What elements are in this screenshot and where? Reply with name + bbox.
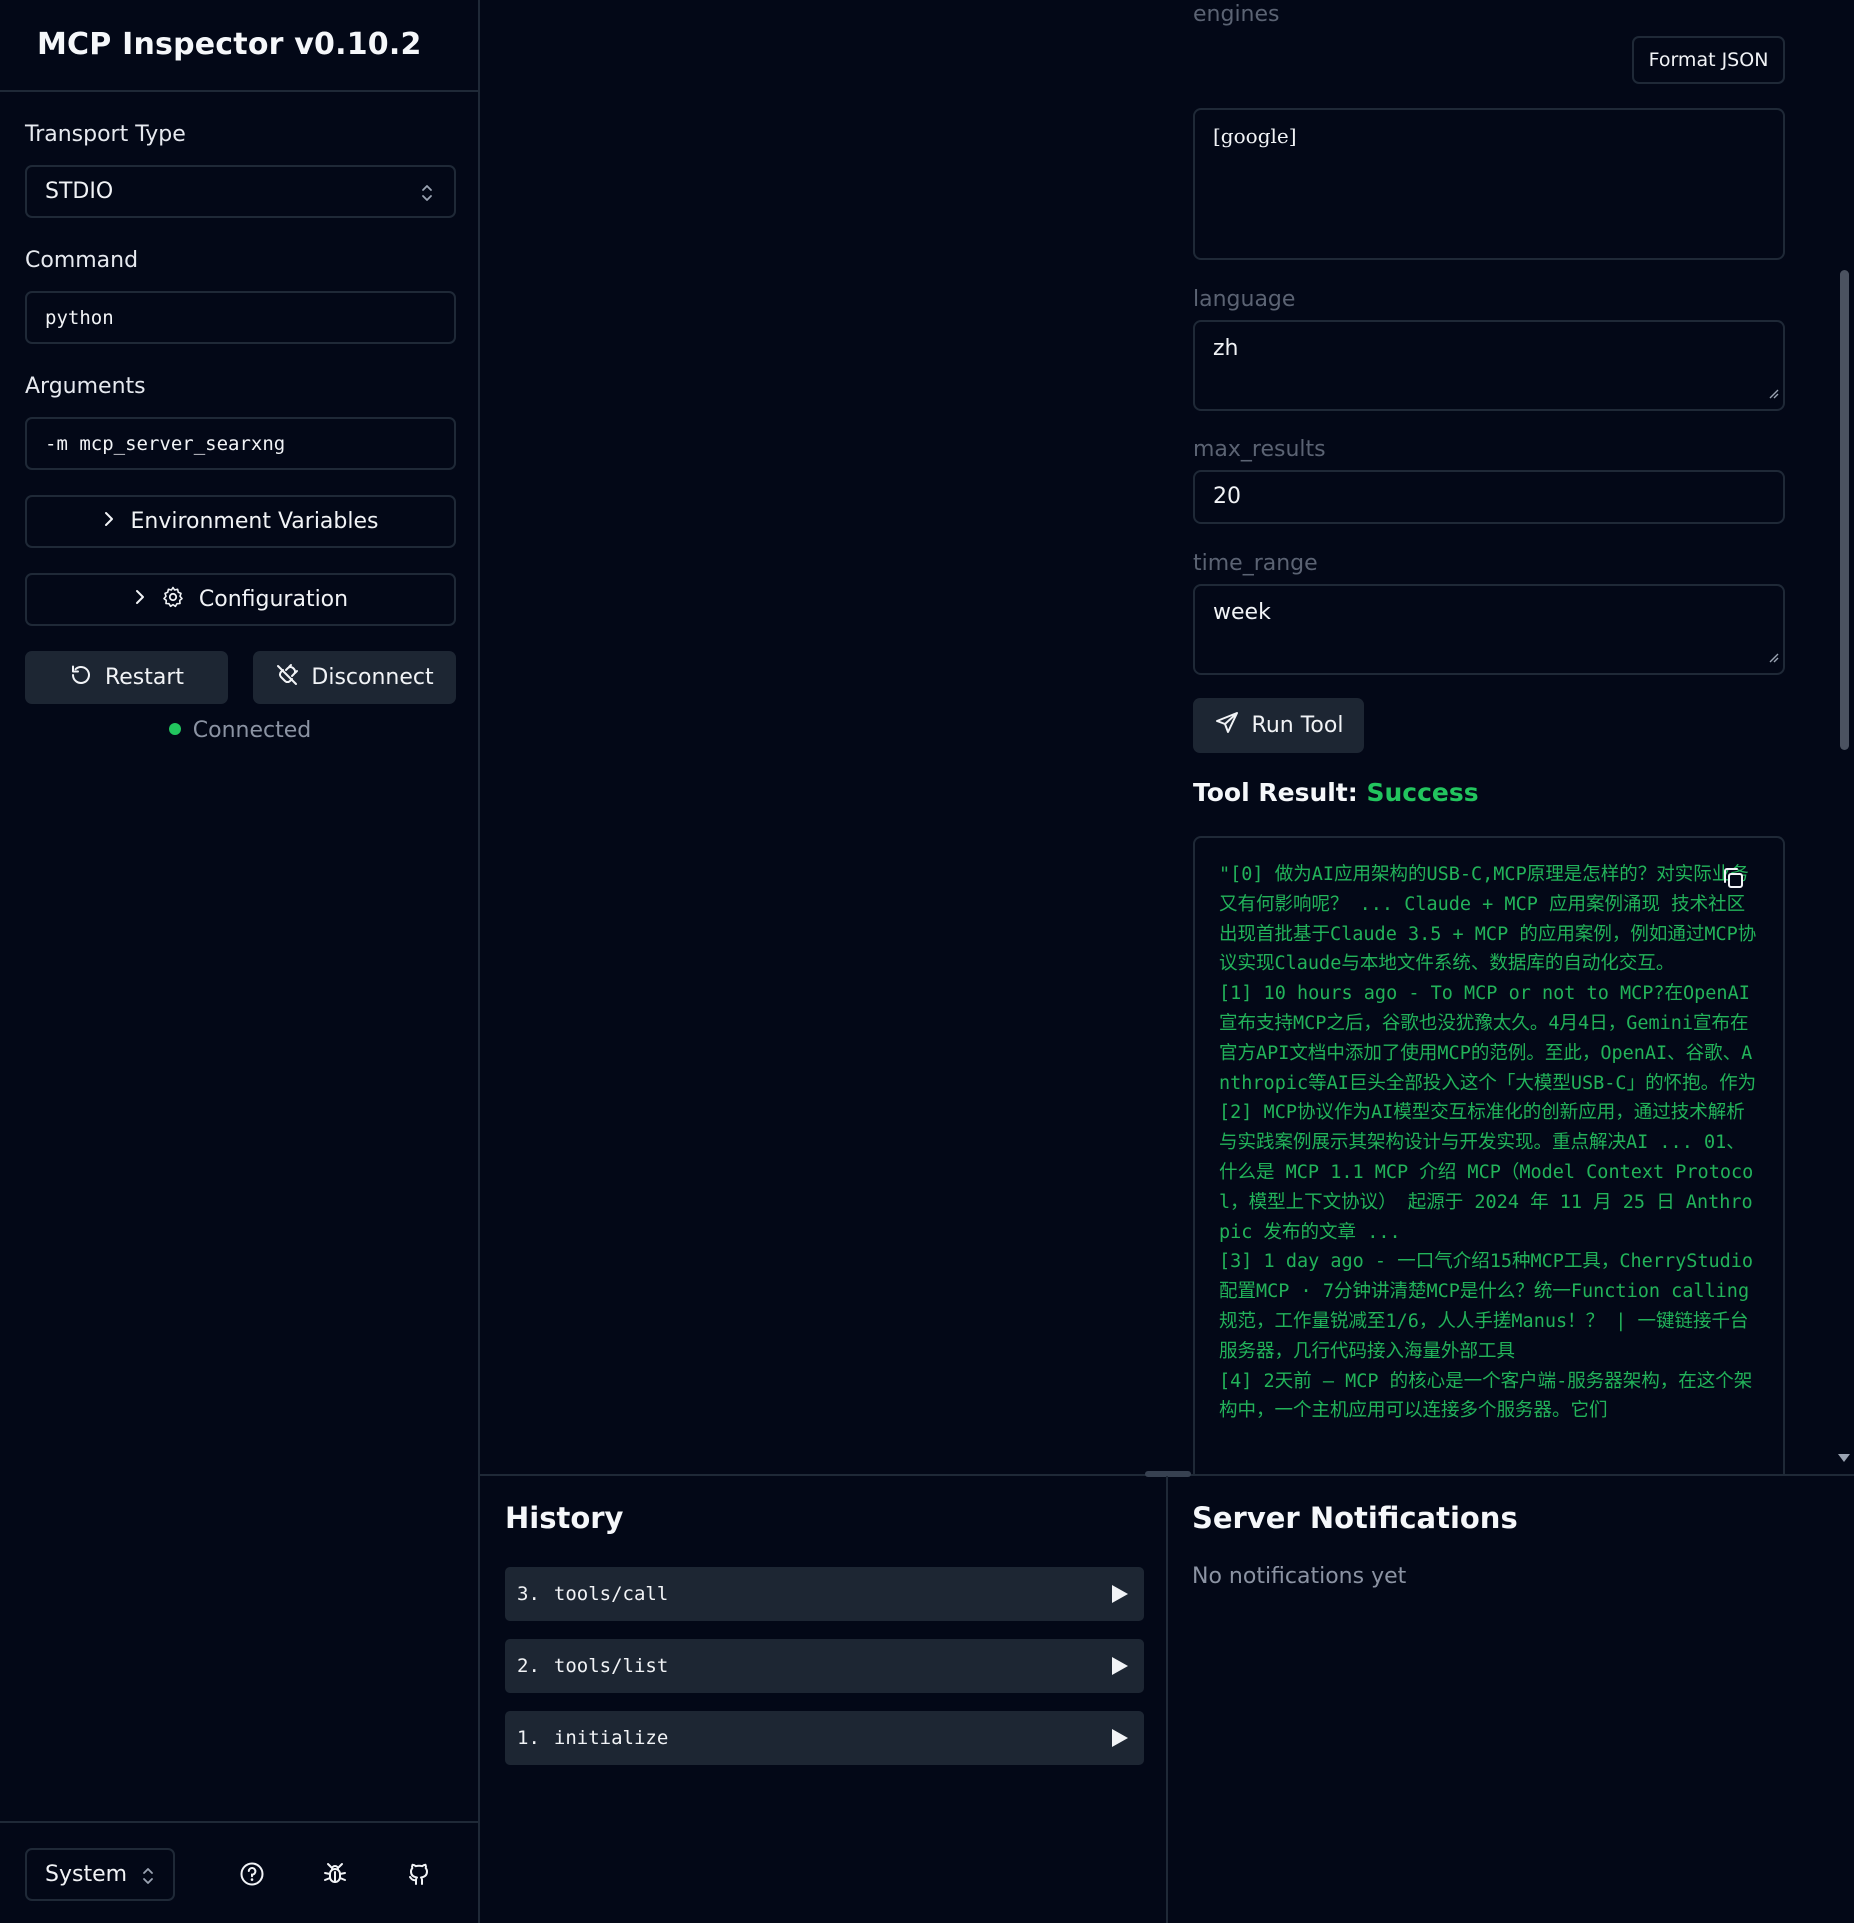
chevron-right-icon xyxy=(102,509,116,534)
configuration-toggle[interactable]: Configuration xyxy=(25,573,456,626)
language-label: language xyxy=(1193,287,1296,312)
bug-icon[interactable] xyxy=(322,1861,348,1891)
language-value: zh xyxy=(1213,336,1239,361)
history-item[interactable]: 2. tools/list xyxy=(505,1639,1144,1693)
history-item-method: initialize xyxy=(553,1727,669,1749)
result-line: [3] 1 day ago - 一口气介绍15种MCP工具，CherryStud… xyxy=(1219,1251,1754,1362)
command-input[interactable]: python xyxy=(25,291,456,344)
language-input[interactable]: zh xyxy=(1193,320,1785,411)
engines-value: [google] xyxy=(1213,124,1297,148)
history-item-number: 3. xyxy=(517,1583,540,1605)
history-panel: History 3. tools/call 2. tools/list 1. i… xyxy=(480,1476,1168,1923)
run-tool-button[interactable]: Run Tool xyxy=(1193,698,1364,753)
engines-input[interactable]: [google] xyxy=(1193,108,1785,260)
sidebar: MCP Inspector v0.10.2 Transport Type STD… xyxy=(0,0,480,1923)
transport-type-select[interactable]: STDIO xyxy=(25,165,456,218)
scrollbar[interactable] xyxy=(1834,0,1854,1474)
resize-grip-icon[interactable] xyxy=(1767,380,1779,405)
transport-type-label: Transport Type xyxy=(25,122,186,147)
disconnect-label: Disconnect xyxy=(311,665,434,690)
history-item[interactable]: 1. initialize xyxy=(505,1711,1144,1765)
chevron-up-down-icon xyxy=(420,182,434,210)
max-results-input[interactable]: 20 xyxy=(1193,470,1785,524)
play-icon[interactable] xyxy=(1109,1728,1129,1753)
result-line: [2] MCP协议作为AI模型交互标准化的创新应用，通过技术解析与实践案例展示其… xyxy=(1219,1102,1754,1243)
history-item-method: tools/list xyxy=(553,1655,669,1677)
tool-result-heading: Tool Result: Success xyxy=(1193,778,1479,807)
max-results-label: max_results xyxy=(1193,437,1326,462)
sidebar-header: MCP Inspector v0.10.2 xyxy=(0,0,478,92)
max-results-value: 20 xyxy=(1213,484,1241,509)
time-range-input[interactable]: week xyxy=(1193,584,1785,675)
notifications-empty-text: No notifications yet xyxy=(1192,1564,1407,1589)
gear-icon xyxy=(161,585,185,615)
command-label: Command xyxy=(25,248,139,273)
run-tool-label: Run Tool xyxy=(1251,713,1344,738)
rotate-ccw-icon xyxy=(69,663,93,693)
restart-label: Restart xyxy=(104,665,185,690)
server-notifications-panel: Server Notifications No notifications ye… xyxy=(1168,1476,1854,1923)
chevron-up-down-icon xyxy=(141,1865,155,1893)
environment-variables-toggle[interactable]: Environment Variables xyxy=(25,495,456,548)
theme-select[interactable]: System xyxy=(25,1848,175,1901)
scrollbar-thumb[interactable] xyxy=(1840,270,1849,750)
github-icon[interactable] xyxy=(406,1861,432,1891)
result-line: "[0] 做为AI应用架构的USB-C,MCP原理是怎样的？对实际业务又有何影响… xyxy=(1219,864,1757,975)
theme-value: System xyxy=(45,1862,128,1887)
time-range-value: week xyxy=(1213,600,1271,625)
restart-button[interactable]: Restart xyxy=(25,651,228,704)
server-notifications-title: Server Notifications xyxy=(1192,1501,1518,1535)
engines-label: engines xyxy=(1193,2,1280,27)
history-item-number: 2. xyxy=(517,1655,540,1677)
history-item-method: tools/call xyxy=(553,1583,669,1605)
chevron-right-icon xyxy=(133,587,147,612)
result-line: [1] 10 hours ago - To MCP or not to MCP?… xyxy=(1219,983,1757,1094)
play-icon[interactable] xyxy=(1109,1656,1129,1681)
copy-icon[interactable] xyxy=(1721,866,1745,900)
help-circle-icon[interactable] xyxy=(239,1861,265,1891)
connection-status-text: Connected xyxy=(192,718,312,743)
tool-result-status: Success xyxy=(1366,778,1479,807)
send-icon xyxy=(1214,710,1240,742)
time-range-label: time_range xyxy=(1193,551,1318,576)
resize-grip-icon[interactable] xyxy=(1767,644,1779,669)
tool-result-output[interactable]: "[0] 做为AI应用架构的USB-C,MCP原理是怎样的？对实际业务又有何影响… xyxy=(1193,836,1785,1474)
unplug-icon xyxy=(275,663,299,693)
tool-result-label: Tool Result: xyxy=(1193,778,1358,807)
app-title: MCP Inspector v0.10.2 xyxy=(37,27,422,62)
sidebar-footer: System xyxy=(0,1821,478,1923)
tool-pane: engines Format JSON [google] language zh… xyxy=(480,0,1854,1474)
transport-type-value: STDIO xyxy=(45,179,114,204)
history-item[interactable]: 3. tools/call xyxy=(505,1567,1144,1621)
main-area: engines Format JSON [google] language zh… xyxy=(480,0,1854,1923)
disconnect-button[interactable]: Disconnect xyxy=(253,651,456,704)
result-line: [4] 2天前 — MCP 的核心是一个客户端-服务器架构，在这个架构中，一个主… xyxy=(1219,1370,1753,1422)
scroll-down-arrow-icon[interactable] xyxy=(1837,1449,1851,1468)
history-title: History xyxy=(505,1501,624,1535)
connection-status: Connected xyxy=(0,718,480,743)
status-dot-icon xyxy=(168,723,181,735)
history-item-number: 1. xyxy=(517,1727,540,1749)
arguments-input[interactable]: -m mcp_server_searxng xyxy=(25,417,456,470)
format-json-button[interactable]: Format JSON xyxy=(1632,36,1785,84)
environment-variables-label: Environment Variables xyxy=(130,509,379,534)
arguments-label: Arguments xyxy=(25,374,146,399)
configuration-label: Configuration xyxy=(198,587,349,612)
play-icon[interactable] xyxy=(1109,1584,1129,1609)
